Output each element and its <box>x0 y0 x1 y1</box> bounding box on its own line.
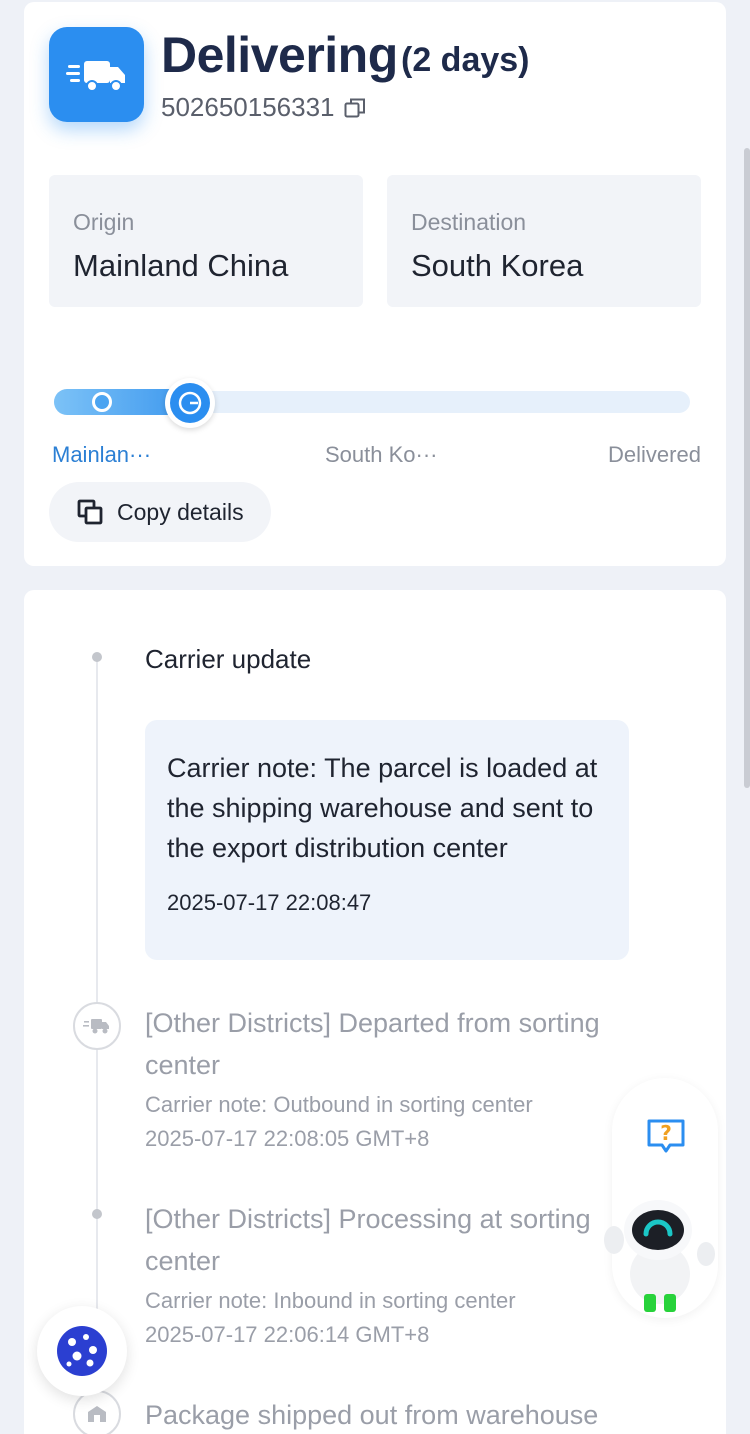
copy-details-button[interactable]: Copy details <box>49 482 271 542</box>
timeline-dot <box>92 1209 102 1219</box>
shipment-summary-card: Delivering (2 days) 502650156331 Origin … <box>24 2 726 566</box>
timeline-event: [Other Districts] Processing at sorting … <box>145 1198 625 1352</box>
origin-label: Origin <box>73 209 135 235</box>
timeline-event: Package shipped out from warehouse <box>145 1394 625 1434</box>
scrollbar[interactable] <box>744 148 750 788</box>
latest-update-note: Carrier note: The parcel is loaded at th… <box>145 720 629 960</box>
event-note: Carrier note: Outbound in sorting center <box>145 1092 533 1117</box>
cookie-icon <box>57 1326 107 1376</box>
robot-mascot[interactable] <box>600 1196 720 1316</box>
event-title: Package shipped out from warehouse <box>145 1400 599 1430</box>
truck-icon <box>49 27 144 122</box>
help-icon[interactable]: ? <box>646 1118 686 1154</box>
event-title: [Other Districts] Processing at sorting … <box>145 1204 591 1276</box>
truck-icon <box>73 1002 121 1050</box>
warehouse-icon <box>73 1390 121 1434</box>
latest-update-title: Carrier update <box>145 644 312 674</box>
timeline-event: [Other Districts] Departed from sorting … <box>145 1002 625 1156</box>
destination-label: Destination <box>411 209 527 235</box>
svg-text:?: ? <box>660 1121 672 1145</box>
copy-details-label: Copy details <box>117 498 244 525</box>
latest-note-text: Carrier note: The parcel is loaded at th… <box>167 753 598 863</box>
progress-start-dot <box>92 392 112 412</box>
delivery-days: (2 days) <box>401 41 530 79</box>
copy-icon <box>77 499 103 525</box>
copy-icon[interactable] <box>344 97 366 119</box>
origin-value: Mainland China <box>73 248 289 283</box>
progress-step-destination: South Ko··· <box>325 442 438 467</box>
event-time: 2025-07-17 22:06:14 GMT+8 <box>145 1322 430 1347</box>
package-icon <box>178 391 202 415</box>
latest-note-time: 2025-07-17 22:08:47 <box>167 890 372 915</box>
tracking-number: 502650156331 <box>161 92 335 122</box>
cookie-settings-button[interactable] <box>37 1306 127 1396</box>
event-note: Carrier note: Inbound in sorting center <box>145 1288 516 1313</box>
delivery-status: Delivering <box>161 27 398 83</box>
progress-step-delivered: Delivered <box>608 442 701 467</box>
progress-current-marker <box>165 378 215 428</box>
event-time: 2025-07-17 22:08:05 GMT+8 <box>145 1126 430 1151</box>
destination-box: Destination South Korea <box>387 175 701 307</box>
destination-value: South Korea <box>411 248 584 283</box>
progress-step-origin: Mainlan··· <box>52 442 152 467</box>
timeline-dot <box>92 652 102 662</box>
origin-box: Origin Mainland China <box>49 175 363 307</box>
event-title: [Other Districts] Departed from sorting … <box>145 1008 600 1080</box>
